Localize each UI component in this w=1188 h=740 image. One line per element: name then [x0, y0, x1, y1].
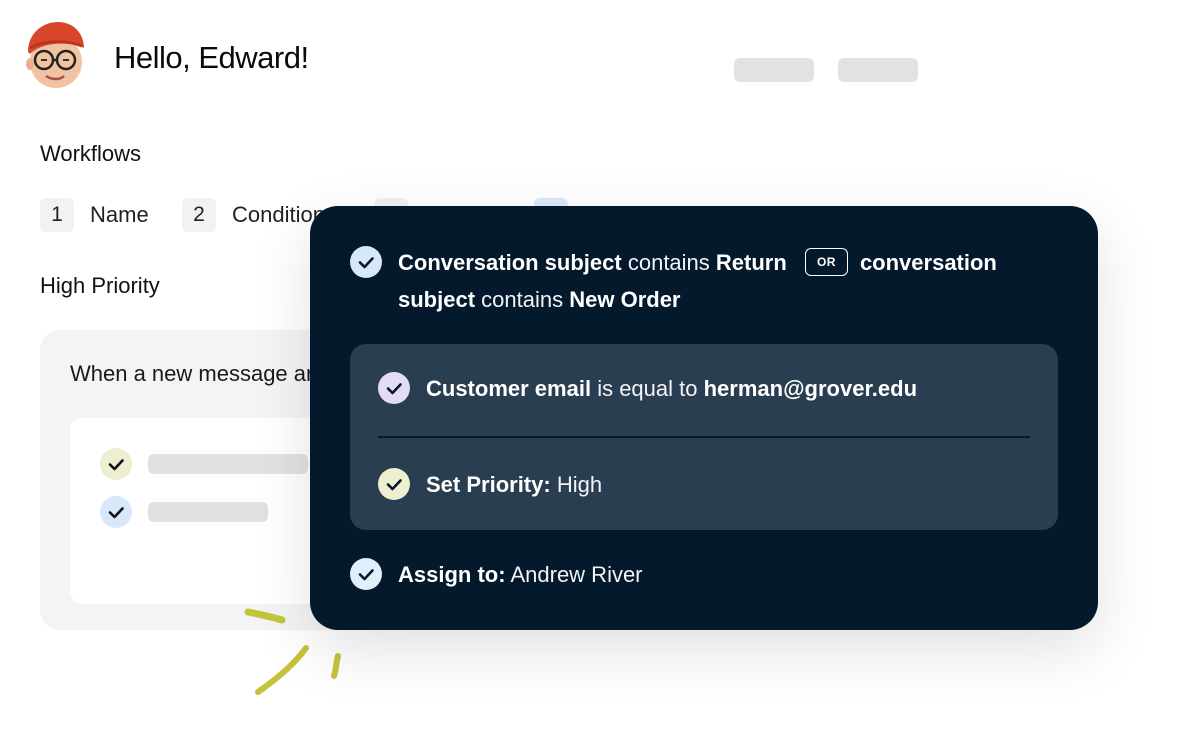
step-number-2[interactable]: 2 — [182, 198, 216, 232]
step-label-name[interactable]: Name — [90, 198, 149, 232]
check-icon — [350, 558, 382, 590]
set-priority-action[interactable]: Set Priority: High — [426, 466, 602, 503]
step-number-1[interactable]: 1 — [40, 198, 74, 232]
condition-operator: is equal to — [597, 376, 698, 401]
condition-operator: contains — [627, 250, 710, 275]
nested-condition-group: Customer email is equal to herman@grover… — [350, 344, 1058, 530]
workflows-title: Workflows — [40, 141, 142, 166]
action-value: Andrew River — [510, 562, 643, 587]
condition-field: Conversation subject — [398, 250, 622, 275]
condition-field: Customer email — [426, 376, 592, 401]
greeting-title: Hello, Edward! — [114, 40, 309, 75]
action-value: High — [556, 472, 603, 497]
memoji-avatar-icon — [26, 22, 84, 88]
condition-subject-row[interactable]: Conversation subject contains Return OR c… — [398, 244, 1058, 318]
check-icon — [100, 448, 132, 480]
check-icon — [378, 372, 410, 404]
skeleton-line — [148, 454, 308, 474]
check-icon — [350, 246, 382, 278]
avatar[interactable] — [22, 18, 88, 90]
condition-field: subject — [398, 287, 476, 312]
assign-action[interactable]: Assign to: Andrew River — [398, 556, 643, 593]
action-label: Set Priority: — [426, 472, 551, 497]
condition-field: conversation — [859, 250, 997, 275]
header-placeholder-pill[interactable] — [734, 58, 814, 82]
check-icon — [100, 496, 132, 528]
divider — [378, 436, 1030, 438]
condition-value: herman@grover.edu — [703, 376, 918, 401]
condition-operator: contains — [481, 287, 564, 312]
condition-value: New Order — [569, 287, 681, 312]
skeleton-line — [148, 502, 268, 522]
action-label: Assign to: — [398, 562, 506, 587]
header-placeholder-pill[interactable] — [838, 58, 918, 82]
or-badge[interactable]: OR — [804, 248, 848, 277]
conditions-panel: Conversation subject contains Return OR c… — [310, 206, 1098, 630]
condition-value: Return — [715, 250, 787, 275]
customer-email-condition[interactable]: Customer email is equal to herman@grover… — [426, 370, 917, 407]
workflow-name-title: High Priority — [40, 273, 160, 298]
check-icon — [378, 468, 410, 500]
